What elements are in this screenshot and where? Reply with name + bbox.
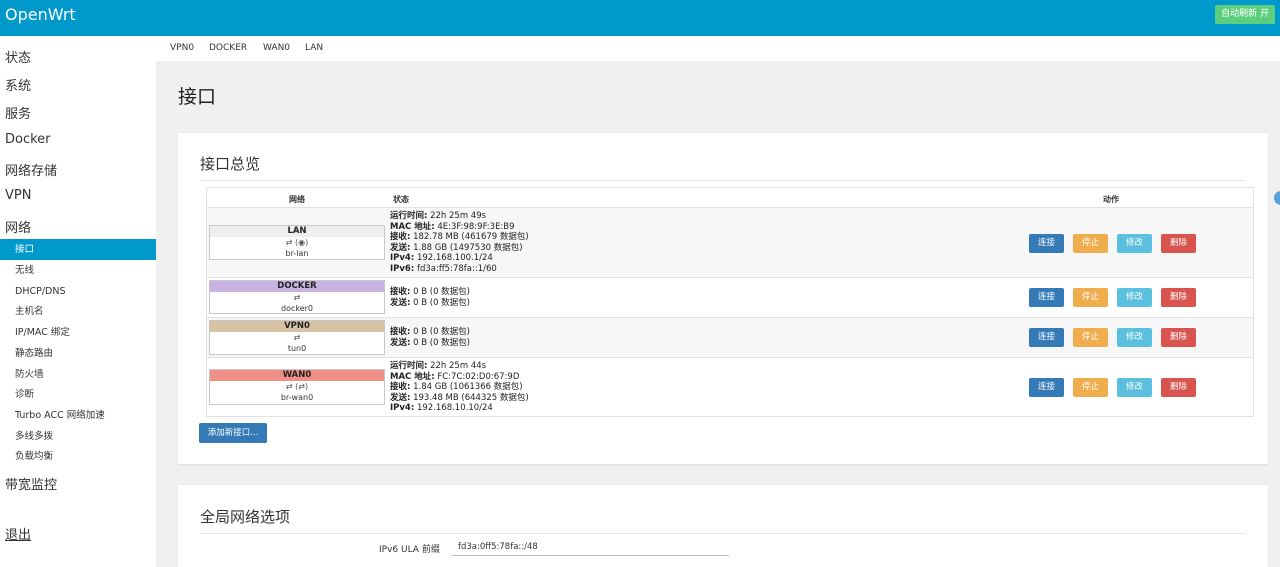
stop-button[interactable]: 停止 <box>1073 234 1108 253</box>
table-row: DOCKER ⇄ docker0 接收: 0 B (0 数据包) 发送: 0 B… <box>207 277 1253 317</box>
edit-button[interactable]: 修改 <box>1117 234 1152 253</box>
connect-button[interactable]: 连接 <box>1029 234 1064 253</box>
column-header-status: 状态 <box>393 195 409 204</box>
ethernet-icon: ⇄ (◉) <box>285 238 309 247</box>
sidebar-item-nas[interactable]: 网络存储 <box>5 160 57 179</box>
sidebar-item-docker[interactable]: Docker <box>5 132 51 147</box>
sidebar: 状态 系统 服务 Docker 网络存储 VPN 网络 接口 无线 DHCP/D… <box>0 36 156 567</box>
table-row: VPN0 ⇄ tun0 接收: 0 B (0 数据包) 发送: 0 B (0 数… <box>207 317 1253 357</box>
ipv6-ula-label: IPv6 ULA 前缀 <box>379 545 440 555</box>
delete-button[interactable]: 删除 <box>1161 234 1196 253</box>
page-title: 接口 <box>178 86 217 108</box>
network-badge-wan0[interactable]: WAN0 ⇄ (⇄) br-wan0 <box>209 369 385 405</box>
edit-button[interactable]: 修改 <box>1117 378 1152 397</box>
edit-button[interactable]: 修改 <box>1117 288 1152 307</box>
network-badge-vpn0[interactable]: VPN0 ⇄ tun0 <box>209 320 385 355</box>
column-header-actions: 动作 <box>1103 195 1119 204</box>
sidebar-item-status[interactable]: 状态 <box>5 47 31 66</box>
connect-button[interactable]: 连接 <box>1029 328 1064 347</box>
section-title: 全局网络选项 <box>200 508 291 526</box>
network-device: docker0 <box>280 304 314 313</box>
sidebar-item-logout[interactable]: 退出 <box>5 524 31 543</box>
tab-vpn0[interactable]: VPN0 <box>170 43 194 53</box>
stop-button[interactable]: 停止 <box>1073 288 1108 307</box>
network-badge-lan[interactable]: LAN ⇄ (◉) br-lan <box>209 225 385 260</box>
sidebar-item-turbo-acc[interactable]: Turbo ACC 网络加速 <box>0 405 156 426</box>
sidebar-item-system[interactable]: 系统 <box>5 75 31 94</box>
connect-button[interactable]: 连接 <box>1029 288 1064 307</box>
delete-button[interactable]: 删除 <box>1161 328 1196 347</box>
sidebar-item-multi-wan[interactable]: 多线多拨 <box>0 426 156 447</box>
brand-logo[interactable]: OpenWrt <box>5 5 76 24</box>
divider <box>200 533 1246 534</box>
interface-tab-bar: VPN0 DOCKER WAN0 LAN <box>156 36 1280 61</box>
table-row: LAN ⇄ (◉) br-lan 运行时间: 22h 25m 49s MAC 地… <box>207 207 1253 277</box>
sidebar-item-diagnostics[interactable]: 诊断 <box>0 384 156 405</box>
stop-button[interactable]: 停止 <box>1073 328 1108 347</box>
ethernet-icon: ⇄ (⇄) <box>285 382 309 391</box>
network-badge-docker[interactable]: DOCKER ⇄ docker0 <box>209 280 385 314</box>
network-name: DOCKER <box>210 281 384 292</box>
network-device: tun0 <box>287 344 307 353</box>
network-device: br-wan0 <box>280 393 314 402</box>
sidebar-item-dhcp-dns[interactable]: DHCP/DNS <box>0 281 156 302</box>
sidebar-item-load-balance[interactable]: 负载均衡 <box>0 446 156 467</box>
sidebar-item-network[interactable]: 网络 <box>5 217 31 236</box>
floating-widget-icon[interactable] <box>1274 191 1280 205</box>
delete-button[interactable]: 删除 <box>1161 288 1196 307</box>
edit-button[interactable]: 修改 <box>1117 328 1152 347</box>
ethernet-icon: ⇄ <box>293 293 301 302</box>
auto-refresh-button[interactable]: 自动刷新 开 <box>1215 5 1275 24</box>
ethernet-icon: ⇄ <box>293 333 301 342</box>
tab-lan[interactable]: LAN <box>305 43 323 53</box>
add-interface-button[interactable]: 添加新接口... <box>199 423 267 443</box>
connect-button[interactable]: 连接 <box>1029 378 1064 397</box>
delete-button[interactable]: 删除 <box>1161 378 1196 397</box>
sidebar-item-hostnames[interactable]: 主机名 <box>0 301 156 322</box>
sidebar-item-ip-mac-binding[interactable]: IP/MAC 绑定 <box>0 322 156 343</box>
network-name: WAN0 <box>210 370 384 381</box>
ipv6-ula-prefix-input[interactable] <box>452 539 729 556</box>
network-device: br-lan <box>285 249 309 258</box>
divider <box>200 180 1246 181</box>
tab-wan0[interactable]: WAN0 <box>263 43 290 53</box>
top-bar: OpenWrt 自动刷新 开 <box>0 0 1280 36</box>
tab-docker[interactable]: DOCKER <box>209 43 247 53</box>
section-title: 接口总览 <box>200 155 261 173</box>
interface-table: 网络 状态 动作 LAN ⇄ (◉) br-lan 运行时间: 22h 25m … <box>206 187 1254 417</box>
table-row: WAN0 ⇄ (⇄) br-wan0 运行时间: 22h 25m 44s MAC… <box>207 357 1253 416</box>
sidebar-item-firewall[interactable]: 防火墙 <box>0 364 156 385</box>
network-name: VPN0 <box>210 321 384 332</box>
sidebar-item-services[interactable]: 服务 <box>5 103 31 122</box>
status-details: 运行时间: 22h 25m 44s MAC 地址: FC:7C:02:D0:67… <box>390 361 529 413</box>
sidebar-item-vpn[interactable]: VPN <box>5 188 31 203</box>
status-details: 运行时间: 22h 25m 49s MAC 地址: 4E:3F:98:9F:3E… <box>390 211 529 274</box>
column-header-network: 网络 <box>289 195 305 204</box>
status-details: 接收: 0 B (0 数据包) 发送: 0 B (0 数据包) <box>390 287 470 308</box>
stop-button[interactable]: 停止 <box>1073 378 1108 397</box>
status-details: 接收: 0 B (0 数据包) 发送: 0 B (0 数据包) <box>390 327 470 348</box>
sidebar-item-static-routes[interactable]: 静态路由 <box>0 343 156 364</box>
network-name: LAN <box>210 226 384 237</box>
sidebar-item-interfaces[interactable]: 接口 <box>0 239 156 260</box>
sidebar-item-bandwidth[interactable]: 带宽监控 <box>5 474 57 493</box>
sidebar-item-wireless[interactable]: 无线 <box>0 260 156 281</box>
